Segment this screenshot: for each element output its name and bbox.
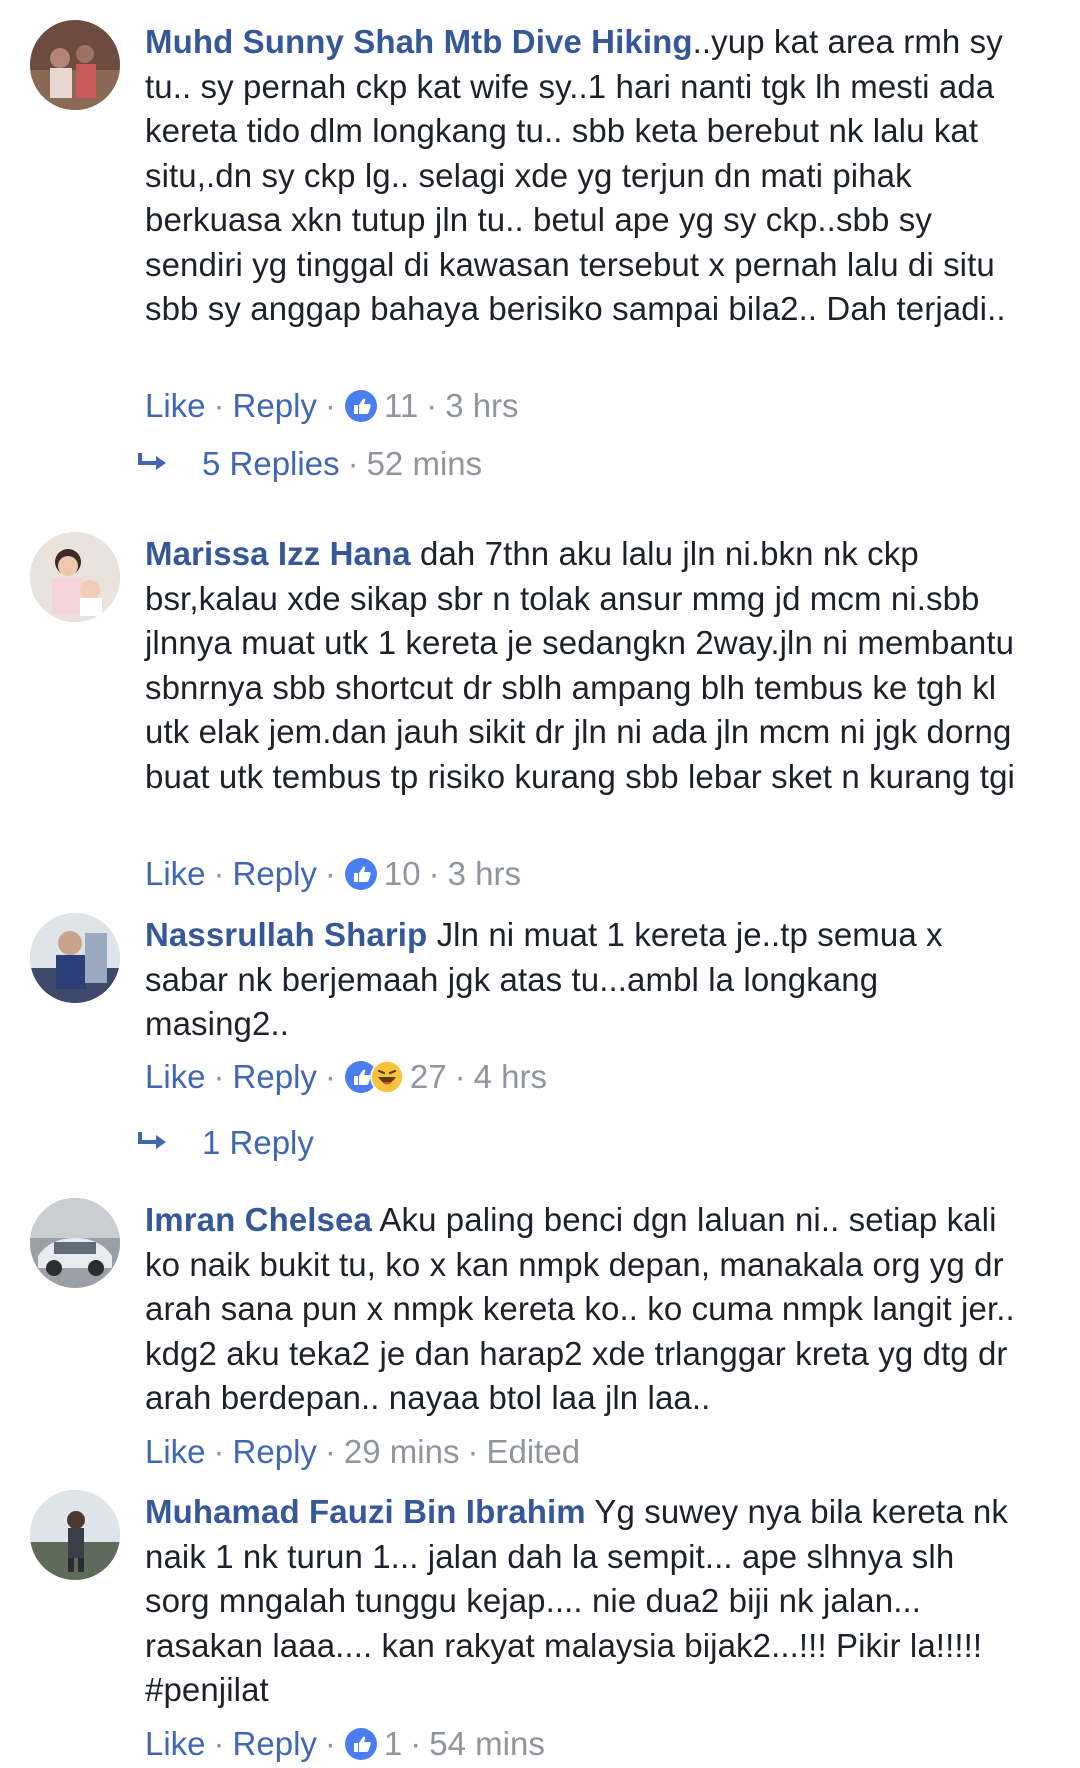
reply-button[interactable]: Reply — [233, 1428, 317, 1476]
reply-button[interactable]: Reply — [233, 850, 317, 898]
reply-button[interactable]: Reply — [233, 1720, 317, 1768]
comment-body: Muhd Sunny Shah Mtb Dive Hiking..yup kat… — [145, 20, 1025, 332]
comment-text: dah 7thn aku lalu jln ni.bkn nk ckp bsr,… — [145, 535, 1015, 795]
author-name[interactable]: Muhd Sunny Shah Mtb Dive Hiking — [145, 23, 693, 60]
reply-arrow-icon — [138, 1132, 166, 1149]
haha-reaction-icon — [370, 1060, 404, 1094]
edited-label[interactable]: Edited — [486, 1428, 580, 1476]
comment-body: Nassrullah Sharip Jln ni muat 1 kereta j… — [145, 913, 1025, 1047]
avatar-photo-icon — [30, 532, 120, 622]
like-button[interactable]: Like — [145, 382, 206, 430]
reactions[interactable] — [344, 1727, 378, 1761]
comment-actions: Like · Reply · 29 mins · Edited — [145, 1428, 580, 1476]
replies-timestamp: 52 mins — [366, 445, 483, 482]
view-replies-link[interactable]: 1 Reply — [136, 1119, 314, 1167]
timestamp[interactable]: 3 hrs — [448, 850, 521, 898]
comment-body: Imran Chelsea Aku paling benci dgn lalua… — [145, 1198, 1025, 1421]
reaction-count[interactable]: 27 — [410, 1053, 447, 1101]
timestamp[interactable]: 54 mins — [429, 1720, 545, 1768]
author-name[interactable]: Nassrullah Sharip — [145, 916, 427, 953]
avatar-photo-icon — [30, 913, 120, 1003]
reaction-count[interactable]: 1 — [384, 1720, 402, 1768]
avatar[interactable] — [30, 1490, 120, 1580]
like-reaction-icon — [344, 390, 377, 422]
like-reaction-icon — [344, 858, 377, 890]
author-name[interactable]: Muhamad Fauzi Bin Ibrahim — [145, 1493, 586, 1530]
comment-actions: Like · Reply · 10 · 3 hrs — [145, 850, 521, 898]
comment-actions: Like · Reply · 11 · 3 hrs — [145, 382, 519, 430]
comment-text: ..yup kat area rmh sy tu.. sy pernah ckp… — [145, 23, 1006, 327]
like-button[interactable]: Like — [145, 1053, 206, 1101]
comment-body: Muhamad Fauzi Bin Ibrahim Yg suwey nya b… — [145, 1490, 1025, 1713]
timestamp[interactable]: 3 hrs — [445, 382, 518, 430]
comment-actions: Like · Reply · 1 · 54 mins — [145, 1720, 545, 1768]
author-name[interactable]: Imran Chelsea — [145, 1201, 372, 1238]
reactions[interactable] — [344, 1060, 404, 1094]
avatar[interactable] — [30, 913, 120, 1003]
avatar-photo-icon — [30, 1490, 120, 1580]
reactions[interactable] — [344, 389, 378, 423]
replies-count[interactable]: 1 Reply — [202, 1119, 314, 1167]
like-button[interactable]: Like — [145, 1428, 206, 1476]
view-replies-link[interactable]: 5 Replies · 52 mins — [136, 440, 482, 488]
comment-feed: Muhd Sunny Shah Mtb Dive Hiking..yup kat… — [0, 0, 1080, 1764]
replies-count[interactable]: 5 Replies — [202, 440, 340, 488]
comment-body: Marissa Izz Hana dah 7thn aku lalu jln n… — [145, 532, 1025, 799]
reply-button[interactable]: Reply — [233, 382, 317, 430]
like-button[interactable]: Like — [145, 1720, 206, 1768]
author-name[interactable]: Marissa Izz Hana — [145, 535, 411, 572]
comment-actions: Like · Reply · 27 · 4 hrs — [145, 1053, 547, 1101]
reply-arrow-icon — [138, 453, 166, 470]
reaction-count[interactable]: 11 — [384, 382, 418, 430]
avatar[interactable] — [30, 1198, 120, 1288]
timestamp[interactable]: 29 mins — [344, 1428, 460, 1476]
reaction-count[interactable]: 10 — [384, 850, 421, 898]
timestamp[interactable]: 4 hrs — [474, 1053, 547, 1101]
reactions[interactable] — [344, 857, 378, 891]
avatar[interactable] — [30, 532, 120, 622]
like-button[interactable]: Like — [145, 850, 206, 898]
avatar-photo-icon — [30, 20, 120, 110]
reply-button[interactable]: Reply — [233, 1053, 317, 1101]
avatar[interactable] — [30, 20, 120, 110]
avatar-photo-icon — [30, 1198, 120, 1288]
like-reaction-icon — [344, 1728, 377, 1760]
